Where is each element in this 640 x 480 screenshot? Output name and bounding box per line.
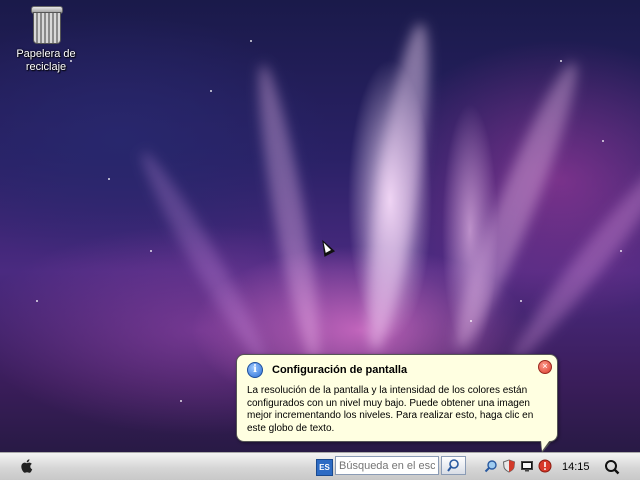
star (520, 300, 522, 302)
desktop-icon-recycle-bin[interactable]: Papelera de reciclaje (12, 2, 80, 74)
wallpaper-light-beam (441, 55, 591, 357)
star (250, 40, 252, 42)
search-button[interactable] (441, 456, 466, 475)
star (560, 60, 562, 62)
star (108, 178, 110, 180)
star (620, 250, 622, 252)
security-shield-icon[interactable] (502, 459, 516, 473)
star (36, 300, 38, 302)
star (180, 400, 182, 402)
info-icon: i (247, 362, 263, 378)
wallpaper-light-beam (131, 145, 275, 367)
balloon-tail-fill (541, 440, 550, 451)
star (150, 250, 152, 252)
balloon-message[interactable]: La resolución de la pantalla y la intens… (247, 385, 547, 435)
display-monitor-icon[interactable] (520, 459, 534, 473)
spotlight-search-icon[interactable] (604, 459, 620, 475)
desktop-icon-label: Papelera de reciclaje (16, 48, 76, 73)
star (210, 90, 212, 92)
notification-balloon[interactable]: i Configuración de pantalla × La resoluc… (236, 354, 558, 442)
alert-icon[interactable] (538, 459, 552, 473)
wallpaper-light-beam (355, 20, 441, 353)
search-icon (447, 459, 459, 472)
apple-logo-icon[interactable] (18, 457, 36, 475)
taskbar-clock[interactable]: 14:15 (562, 461, 590, 473)
star (602, 140, 604, 142)
trash-icon (30, 4, 63, 44)
star (470, 320, 472, 322)
close-icon[interactable]: × (538, 360, 552, 374)
wallpaper-light-beam (248, 61, 330, 363)
network-search-icon[interactable] (484, 459, 498, 473)
desktop-search-input[interactable] (335, 456, 439, 475)
language-indicator[interactable]: ES (316, 459, 333, 476)
taskbar: ES 14:15 (0, 452, 640, 480)
balloon-title: Configuración de pantalla (272, 364, 408, 376)
